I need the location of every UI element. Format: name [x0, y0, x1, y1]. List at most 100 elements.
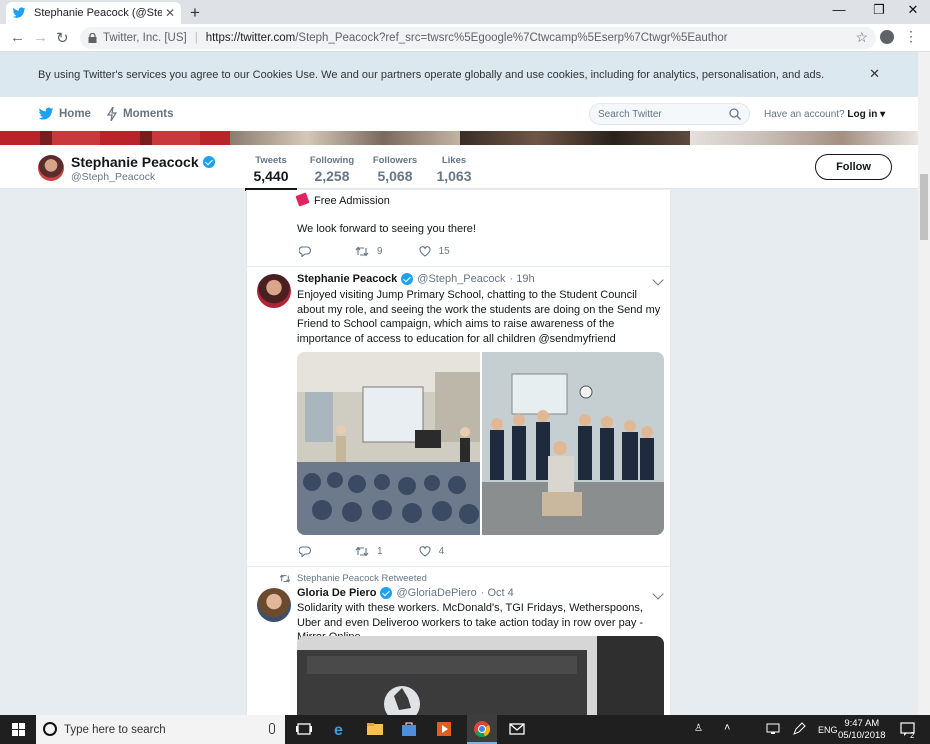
- cookies-banner: By using Twitter's services you agree to…: [0, 52, 918, 97]
- file-explorer-icon[interactable]: [366, 720, 384, 738]
- tweet-author-handle[interactable]: @Steph_Peacock: [417, 273, 505, 285]
- reload-icon[interactable]: ↻: [56, 29, 69, 47]
- retweeted-by-text[interactable]: Stephanie Peacock Retweeted: [297, 573, 427, 584]
- tweet-photo[interactable]: [482, 352, 664, 535]
- certificate-label[interactable]: Twitter, Inc. [US]: [103, 32, 187, 44]
- chrome-taskbar-active[interactable]: [467, 715, 497, 744]
- browser-tab[interactable]: Stephanie Peacock (@Steph_Pea ✕: [6, 2, 181, 24]
- tweet-author-name[interactable]: Gloria De Piero: [297, 587, 376, 599]
- stat-tweets[interactable]: Tweets 5,440: [245, 155, 297, 191]
- tweet-timestamp[interactable]: · 19h: [510, 273, 535, 285]
- verified-badge-icon: [202, 156, 215, 168]
- microphone-icon[interactable]: [269, 723, 275, 734]
- mail-icon[interactable]: [508, 720, 526, 738]
- tweet-text: Enjoyed visiting Jump Primary School, ch…: [297, 289, 661, 345]
- verified-badge-icon: [380, 587, 393, 599]
- tweet-link-card-image[interactable]: [297, 636, 664, 715]
- bookmark-star-icon[interactable]: ☆: [855, 29, 868, 46]
- tweet-media[interactable]: [297, 352, 664, 535]
- twitter-bird-icon: [38, 107, 54, 120]
- login-link[interactable]: Log in: [847, 109, 877, 120]
- profile-name[interactable]: Stephanie Peacock: [71, 154, 215, 170]
- store-icon[interactable]: [400, 720, 418, 738]
- tweet-timestamp[interactable]: · Oct 4: [481, 587, 514, 599]
- tweet-photo[interactable]: [297, 352, 480, 535]
- profile-name-text: Stephanie Peacock: [71, 154, 199, 170]
- network-icon[interactable]: [766, 722, 780, 736]
- retweet-button[interactable]: 9: [355, 246, 383, 257]
- minimize-button[interactable]: —: [824, 2, 854, 17]
- account-icon[interactable]: [880, 30, 894, 44]
- system-clock[interactable]: 9:47 AM 05/10/2018: [838, 718, 886, 742]
- media-player-icon[interactable]: [435, 720, 453, 738]
- nav-home[interactable]: Home: [38, 107, 91, 121]
- verified-badge-icon: [401, 273, 414, 285]
- follow-button[interactable]: Follow: [815, 154, 892, 180]
- cookies-text: By using Twitter's services you agree to…: [38, 68, 825, 81]
- stat-followers[interactable]: Followers 5,068: [369, 155, 421, 184]
- tab-close-icon[interactable]: ✕: [165, 6, 175, 20]
- task-view-icon[interactable]: [295, 720, 313, 738]
- retweet-count: 9: [377, 246, 383, 257]
- browser-menu-icon[interactable]: ⋮: [904, 28, 918, 45]
- maximize-button[interactable]: ❐: [864, 2, 894, 18]
- reply-button[interactable]: [299, 546, 319, 557]
- twitter-top-nav: Home Moments Search Twitter Have an acco…: [0, 97, 918, 131]
- avatar[interactable]: [38, 155, 64, 181]
- reply-icon: [299, 246, 311, 257]
- login-prompt: Have an account? Log in ▾: [764, 109, 885, 120]
- edge-icon[interactable]: e: [331, 720, 349, 738]
- browser-tab-strip: Stephanie Peacock (@Steph_Pea ✕ + — ❐ ✕: [0, 0, 930, 24]
- stat-following[interactable]: Following 2,258: [306, 155, 358, 184]
- login-caret-icon[interactable]: ▾: [877, 109, 885, 120]
- search-icon[interactable]: [729, 108, 741, 120]
- avatar[interactable]: [257, 588, 291, 622]
- tweet-author-handle[interactable]: @GloriaDePiero: [396, 587, 476, 599]
- stat-likes[interactable]: Likes 1,063: [428, 155, 480, 184]
- tweet-author-name[interactable]: Stephanie Peacock: [297, 273, 397, 285]
- stat-label: Followers: [372, 155, 418, 166]
- heart-icon: [419, 546, 431, 557]
- stat-value: 5,440: [253, 168, 289, 184]
- people-icon[interactable]: ♙: [694, 723, 703, 734]
- back-arrow-icon[interactable]: ←: [10, 29, 25, 46]
- address-separator: |: [194, 32, 198, 44]
- lock-icon: [88, 33, 97, 43]
- retweeted-by-label: Stephanie Peacock Retweeted: [279, 573, 427, 584]
- tweet-menu-chevron-icon[interactable]: [652, 588, 664, 600]
- like-button[interactable]: 15: [419, 246, 450, 257]
- search-input[interactable]: Search Twitter: [589, 103, 750, 125]
- search-placeholder: Search Twitter: [598, 108, 662, 120]
- url-path: /Steph_Peacock?ref_src=twsrc%5Egoogle%7C…: [295, 32, 728, 44]
- url-host: https://twitter.com: [205, 32, 296, 44]
- profile-nav-bar: Stephanie Peacock @Steph_Peacock Tweets …: [0, 145, 918, 191]
- tweet-menu-chevron-icon[interactable]: [652, 274, 664, 286]
- tweet-header: Stephanie Peacock @Steph_Peacock · 19h: [297, 273, 535, 285]
- windows-start-icon[interactable]: [12, 723, 25, 736]
- twitter-bird-icon: [12, 7, 26, 18]
- nav-moments[interactable]: Moments: [107, 107, 173, 121]
- pen-icon[interactable]: [792, 722, 806, 736]
- reply-button[interactable]: [299, 246, 319, 257]
- scrollbar-thumb[interactable]: [920, 174, 928, 240]
- reply-icon: [299, 546, 311, 557]
- profile-handle[interactable]: @Steph_Peacock: [71, 171, 155, 183]
- new-tab-button[interactable]: +: [190, 3, 200, 23]
- nav-home-label: Home: [59, 108, 91, 120]
- svg-text:e: e: [334, 722, 343, 738]
- retweet-button[interactable]: 1: [355, 546, 383, 557]
- forward-arrow-icon[interactable]: →: [33, 29, 48, 46]
- chevron-up-icon[interactable]: ˄: [724, 722, 730, 734]
- taskbar-search-input[interactable]: Type here to search: [36, 715, 285, 744]
- address-bar[interactable]: Twitter, Inc. [US] | https://twitter.com…: [80, 27, 876, 49]
- window-close-button[interactable]: ✕: [898, 2, 928, 18]
- language-indicator[interactable]: ENG: [818, 725, 838, 735]
- avatar[interactable]: [257, 274, 291, 308]
- like-button[interactable]: 4: [419, 546, 444, 557]
- retweet-count: 1: [377, 546, 383, 557]
- retweet-icon: [355, 246, 369, 257]
- nav-moments-label: Moments: [123, 108, 174, 120]
- cookies-close-icon[interactable]: ✕: [869, 66, 880, 82]
- page-scrollbar[interactable]: [918, 52, 930, 715]
- browser-toolbar: ← → ↻ Twitter, Inc. [US] | https://twitt…: [0, 24, 930, 52]
